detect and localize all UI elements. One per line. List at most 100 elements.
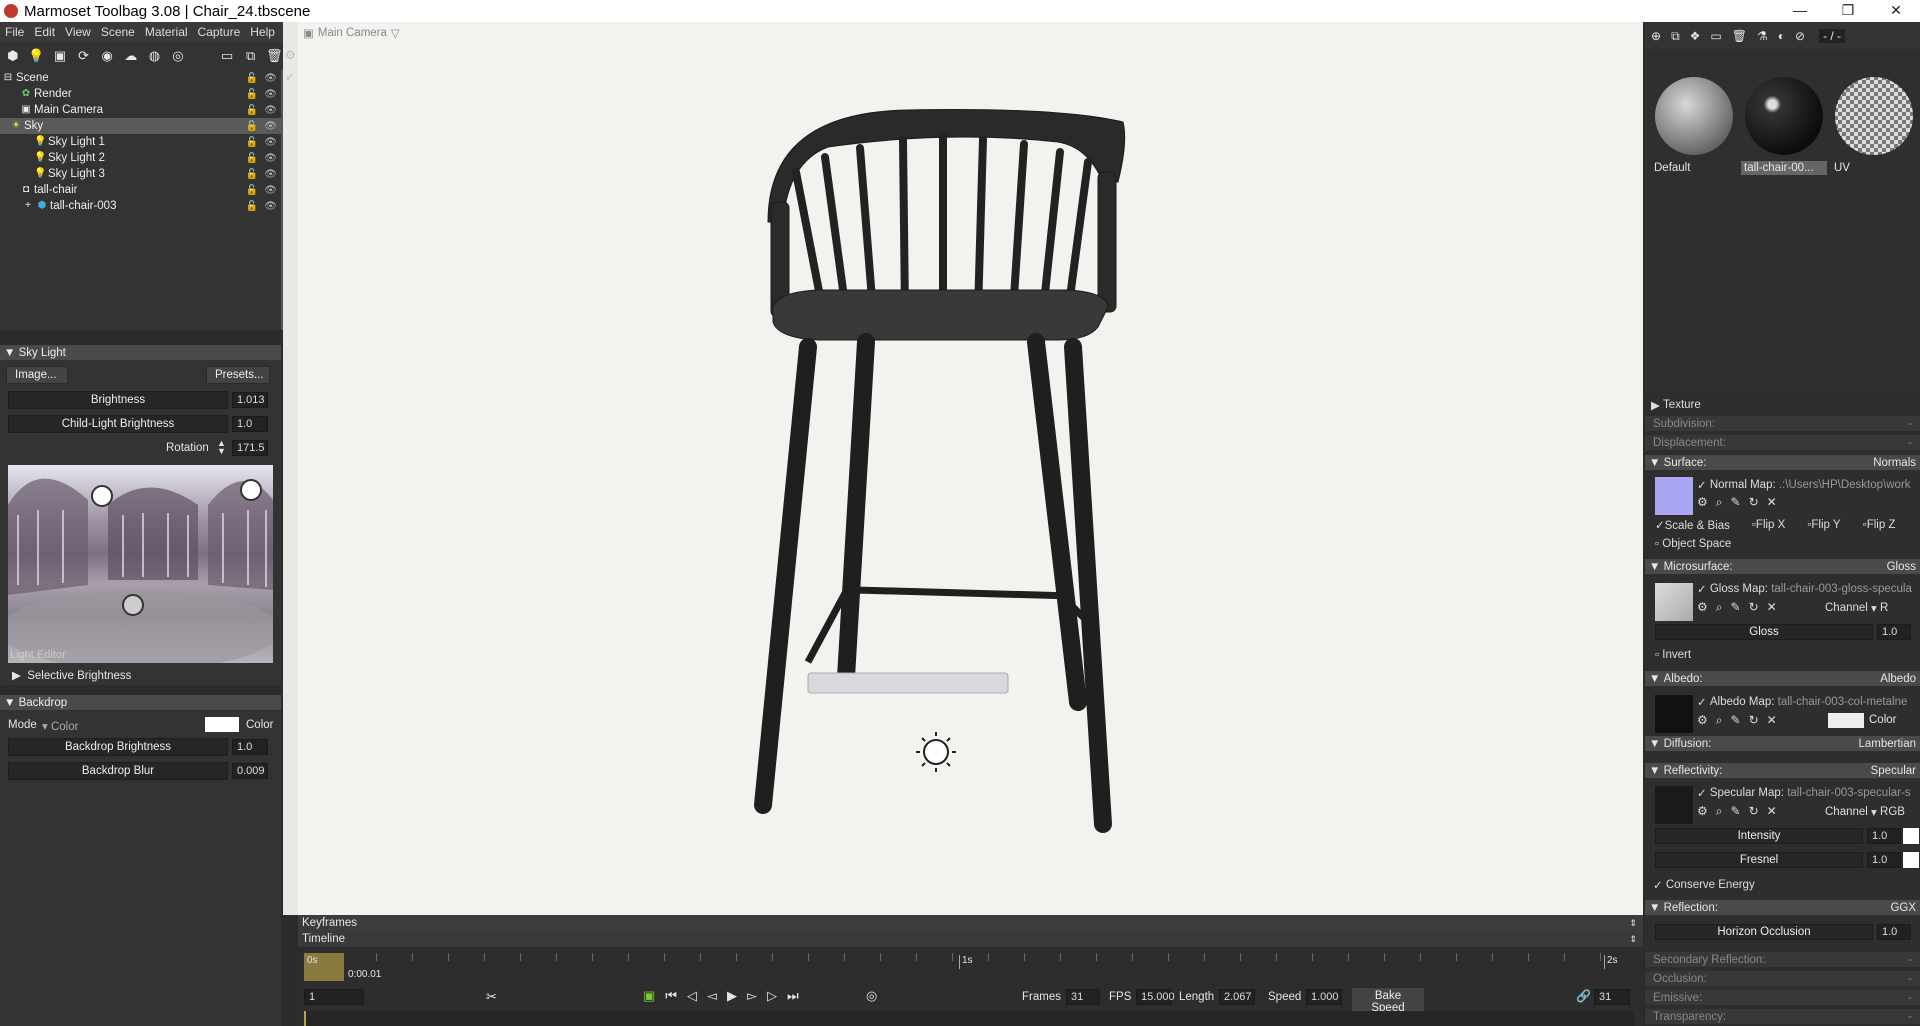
viewport-pin-icon[interactable]: ✓ [285,70,295,84]
brightness-value[interactable]: 1.013 [232,392,268,408]
invert-checkbox[interactable]: ▫ Invert [1645,649,1920,661]
backdrop-color-swatch[interactable] [205,717,239,732]
timeline-header[interactable]: Timeline ⇕ [298,931,1643,947]
flip-z-checkbox[interactable]: ▫Flip Z [1863,519,1896,531]
reload-icon[interactable]: ↻ [1749,495,1759,510]
flip-x-checkbox[interactable]: ▫Flip X [1752,519,1785,531]
camera-selector[interactable]: ▣ Main Camera ▽ [303,26,400,40]
backdrop-brightness-value[interactable]: 1.0 [232,739,268,755]
pattern-icon[interactable]: ❖ [1690,29,1701,43]
scissors-icon[interactable]: ✂ [486,989,497,1005]
menu-file[interactable]: File [0,25,29,39]
add-sky-icon[interactable]: ☁ [122,47,140,65]
eye-icon[interactable]: 👁 [264,137,277,148]
collapse-icon[interactable]: ⇕ [1629,915,1637,931]
end-frame-input[interactable]: 31 [1594,989,1630,1005]
tree-item-tall-chair-003[interactable]: + ⬢ tall-chair-003 🔓 👁 [0,198,281,214]
pencil-icon[interactable]: ✎ [1731,600,1741,615]
backdrop-blur-slider[interactable]: Backdrop Blur [8,762,228,780]
skip-start-icon[interactable]: ⏮ [665,988,677,1004]
search-icon[interactable]: ⌕ [1716,804,1723,819]
loop-icon[interactable]: ▣ [643,988,655,1004]
subdivision-row[interactable]: Subdivision: - [1645,416,1920,431]
current-frame-input[interactable]: 1 [304,989,364,1005]
3d-viewport[interactable] [298,22,1643,915]
maximize-button[interactable]: ❐ [1824,0,1872,22]
eye-icon[interactable]: 👁 [264,201,277,212]
lock-icon[interactable]: 🔓 [246,185,258,196]
presets-button[interactable]: Presets... [206,366,270,384]
menu-view[interactable]: View [60,25,96,39]
prev-frame-icon[interactable]: ◅ [707,988,717,1004]
tree-item-tall-chair[interactable]: ◘ tall-chair 🔓 👁 [0,182,281,198]
material-default[interactable]: Default [1651,77,1737,175]
add-material-icon[interactable]: ⊕ [1651,29,1661,43]
minimize-button[interactable]: — [1776,0,1824,22]
brightness-slider[interactable]: Brightness [8,391,228,409]
add-camera-icon[interactable]: ▣ [51,47,69,65]
specular-channel-dropdown[interactable]: Channel ▾ RGB [1825,805,1915,819]
reload-icon[interactable]: ↻ [1749,713,1759,728]
lock-icon[interactable]: 🔓 [246,201,258,212]
menu-help[interactable]: Help [245,25,280,39]
lock-icon[interactable]: 🔓 [246,105,258,116]
lock-icon[interactable]: 🔓 [246,153,258,164]
menu-material[interactable]: Material [140,25,193,39]
intensity-color-swatch[interactable] [1903,828,1919,844]
bake-icon[interactable]: ◐ [1778,29,1785,43]
clear-icon[interactable]: ⊘ [1795,29,1805,43]
displacement-row[interactable]: Displacement: - [1645,435,1920,450]
sky-light-header[interactable]: ▼ Sky Light [0,345,281,360]
gloss-value[interactable]: 1.0 [1877,624,1911,640]
gear-icon[interactable]: ⚙ [1697,713,1708,728]
speed-input[interactable]: 1.000 [1306,989,1342,1005]
light-gizmo-icon[interactable] [916,732,956,772]
close-icon[interactable]: ✕ [1767,495,1777,510]
fps-input[interactable]: 15.000 [1136,989,1175,1005]
rotation-value[interactable]: 171.5 [232,440,268,456]
gloss-map-thumbnail[interactable] [1655,583,1693,621]
backdrop-brightness-slider[interactable]: Backdrop Brightness [8,738,228,756]
fresnel-color-swatch[interactable] [1903,852,1919,868]
specular-map-thumbnail[interactable] [1655,786,1693,824]
reflectivity-header[interactable]: ▼ Reflectivity: Specular [1645,763,1920,778]
play-icon[interactable]: ▶ [727,988,737,1004]
add-fog-icon[interactable]: ◍ [146,47,164,65]
rotation-stepper-icon[interactable]: ▲ ▼ [217,439,226,456]
lock-icon[interactable]: 🔓 [246,137,258,148]
prev-key-icon[interactable]: ◁ [687,988,697,1004]
gloss-channel-dropdown[interactable]: Channel ▾ R [1825,601,1915,615]
viewport-settings-icon[interactable]: ⚙ [285,48,296,62]
delete-icon[interactable]: 🗑 [1732,29,1747,43]
texture-section[interactable]: ▶ Texture [1645,398,1920,412]
close-button[interactable]: ✕ [1872,0,1920,22]
folder-icon[interactable]: ▭ [1710,29,1721,43]
tree-item-main-camera[interactable]: ▣ Main Camera 🔓 👁 [0,102,281,118]
gear-icon[interactable]: ⚙ [1697,495,1708,510]
eye-icon[interactable]: 👁 [264,169,277,180]
fresnel-value[interactable]: 1.0 [1867,852,1901,868]
lock-icon[interactable]: 🔓 [246,89,258,100]
light-handle-2[interactable] [240,479,262,501]
horizon-occlusion-slider[interactable]: Horizon Occlusion [1655,924,1873,940]
next-frame-icon[interactable]: ▻ [747,988,757,1004]
tree-item-sky[interactable]: ☀ Sky 🔓 👁 [0,118,281,134]
selective-brightness-toggle[interactable]: ▶ Selective Brightness [12,668,131,682]
pencil-icon[interactable]: ✎ [1731,804,1741,819]
tree-item-scene[interactable]: ⊟ Scene 🔓 👁 [0,70,281,86]
folder-icon[interactable]: ▭ [218,47,236,65]
flip-y-checkbox[interactable]: ▫Flip Y [1807,519,1840,531]
material-uv[interactable]: UV [1831,77,1917,175]
child-light-brightness-value[interactable]: 1.0 [232,416,268,432]
close-icon[interactable]: ✕ [1767,804,1777,819]
conserve-energy-checkbox[interactable]: ✓ Conserve Energy [1645,878,1920,892]
albedo-header[interactable]: ▼ Albedo: Albedo [1645,671,1920,686]
collapse-icon[interactable]: ⇕ [1629,931,1637,947]
search-icon[interactable]: ⌕ [1716,713,1723,728]
backdrop-blur-value[interactable]: 0.009 [232,763,268,779]
add-shadow-catcher-icon[interactable]: ◉ [98,47,116,65]
picker-icon[interactable]: ⚗ [1757,29,1768,43]
tree-item-render[interactable]: ✿ Render 🔓 👁 [0,86,281,102]
eye-icon[interactable]: 👁 [264,185,277,196]
child-light-brightness-slider[interactable]: Child-Light Brightness [8,415,228,433]
